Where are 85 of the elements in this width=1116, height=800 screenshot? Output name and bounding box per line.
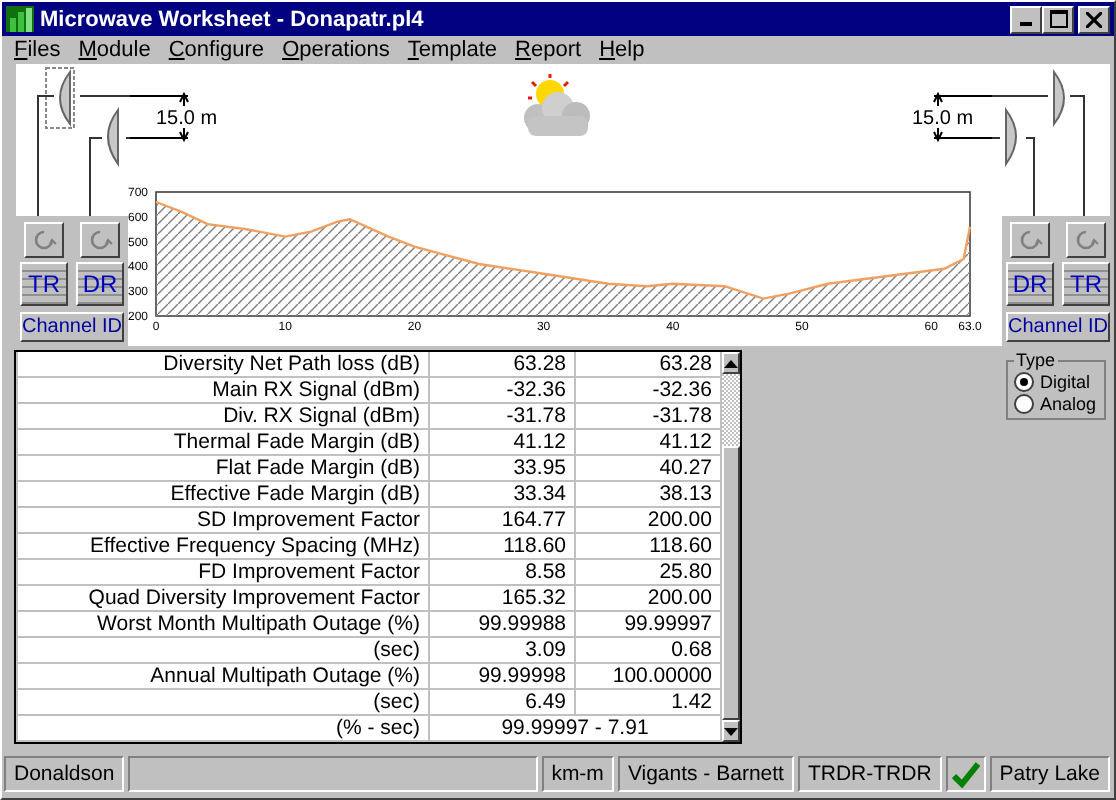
equipment-button[interactable]: DR — [1006, 262, 1054, 306]
value-cell: -32.36 — [429, 377, 575, 403]
value-cell: 40.27 — [575, 455, 721, 481]
refresh-icon — [1016, 226, 1044, 254]
value-cell: 8.58 — [429, 559, 575, 585]
menu-item[interactable]: Files — [14, 38, 61, 62]
value-cell: 63.28 — [429, 352, 575, 377]
menu-item[interactable]: Template — [407, 38, 498, 62]
group-title: Type — [1014, 350, 1058, 370]
value-cell: 25.80 — [575, 559, 721, 585]
app-icon — [6, 6, 34, 32]
row-label: Effective Frequency Spacing (MHz) — [17, 533, 429, 559]
maximize-icon — [1049, 10, 1067, 28]
menu-item[interactable]: Operations — [282, 38, 390, 62]
status-text: Donaldson — [4, 756, 125, 792]
value-cell: 200.00 — [575, 507, 721, 533]
refresh-button[interactable] — [1066, 222, 1106, 258]
value-cell: 33.34 — [429, 481, 575, 507]
row-label: Flat Fade Margin (dB) — [17, 455, 429, 481]
value-cell: 99.99998 — [429, 663, 575, 689]
equipment-button[interactable]: TR — [1062, 262, 1110, 306]
value-cell: 100.00000 — [575, 663, 721, 689]
value-cell: 99.99988 — [429, 611, 575, 637]
menu-item[interactable]: Module — [78, 38, 151, 62]
close-icon — [1086, 11, 1102, 27]
row-label: (sec) — [17, 637, 429, 663]
value-cell: 38.13 — [575, 481, 721, 507]
value-cell: -31.78 — [429, 403, 575, 429]
row-label: (sec) — [17, 689, 429, 715]
antenna-spacing-label: 15.0 m — [156, 108, 218, 130]
value-cell: 118.60 — [429, 533, 575, 559]
refresh-button[interactable] — [80, 222, 120, 258]
status-text: Vigants - Barnett — [617, 756, 794, 792]
refresh-button[interactable] — [1010, 222, 1050, 258]
value-cell: 99.99997 — [575, 611, 721, 637]
row-label: Worst Month Multipath Outage (%) — [17, 611, 429, 637]
menu-item[interactable]: Report — [515, 38, 582, 62]
value-cell: 63.28 — [575, 352, 721, 377]
value-cell: 41.12 — [575, 429, 721, 455]
row-label: (% - sec) — [17, 715, 429, 741]
dimension-drawing — [130, 90, 190, 142]
status-text: km-m — [541, 756, 614, 792]
menu-item[interactable]: Configure — [168, 38, 265, 62]
row-label: Thermal Fade Margin (dB) — [17, 429, 429, 455]
equipment-button[interactable]: TR — [20, 262, 68, 306]
status-text: TRDR-TRDR — [797, 756, 942, 792]
row-label: Effective Fade Margin (dB) — [17, 481, 429, 507]
radio-option[interactable]: Analog — [1014, 392, 1098, 414]
row-label: FD Improvement Factor — [17, 559, 429, 585]
maximize-button[interactable] — [1042, 5, 1074, 33]
minimize-button[interactable] — [1010, 5, 1042, 33]
row-label: Annual Multipath Outage (%) — [17, 663, 429, 689]
value-cell: 0.68 — [575, 637, 721, 663]
refresh-icon — [30, 226, 58, 254]
row-label: Diversity Net Path loss (dB) — [17, 352, 429, 377]
close-button[interactable] — [1078, 5, 1110, 33]
value-cell: 200.00 — [575, 585, 721, 611]
refresh-icon — [1072, 226, 1100, 254]
value-cell: 1.42 — [575, 689, 721, 715]
row-label: Main RX Signal (dBm) — [17, 377, 429, 403]
row-label: SD Improvement Factor — [17, 507, 429, 533]
value-cell: -32.36 — [575, 377, 721, 403]
minimize-icon — [1020, 22, 1032, 26]
refresh-icon — [86, 226, 114, 254]
value-cell: 99.99997 - 7.91 — [429, 715, 721, 741]
refresh-button[interactable] — [24, 222, 64, 258]
value-cell: 3.09 — [429, 637, 575, 663]
channel-id-button[interactable]: Channel ID — [1006, 312, 1110, 342]
value-cell: 33.95 — [429, 455, 575, 481]
window-title: Microwave Worksheet - Donapatr.pl4 — [40, 7, 424, 31]
status-text: Patry Lake — [989, 756, 1110, 792]
row-label: Quad Diversity Improvement Factor — [17, 585, 429, 611]
row-label: Div. RX Signal (dBm) — [17, 403, 429, 429]
menu-item[interactable]: Help — [599, 38, 645, 62]
antenna-spacing-label: 15.0 m — [912, 108, 974, 130]
radio-option[interactable]: Digital — [1014, 370, 1098, 392]
value-cell: 118.60 — [575, 533, 721, 559]
value-cell: 6.49 — [429, 689, 575, 715]
value-cell: 165.32 — [429, 585, 575, 611]
value-cell: -31.78 — [575, 403, 721, 429]
value-cell: 164.77 — [429, 507, 575, 533]
channel-id-button[interactable]: Channel ID — [20, 312, 124, 342]
scrollbar[interactable] — [722, 352, 740, 742]
value-cell: 41.12 — [429, 429, 575, 455]
equipment-button[interactable]: DR — [76, 262, 124, 306]
